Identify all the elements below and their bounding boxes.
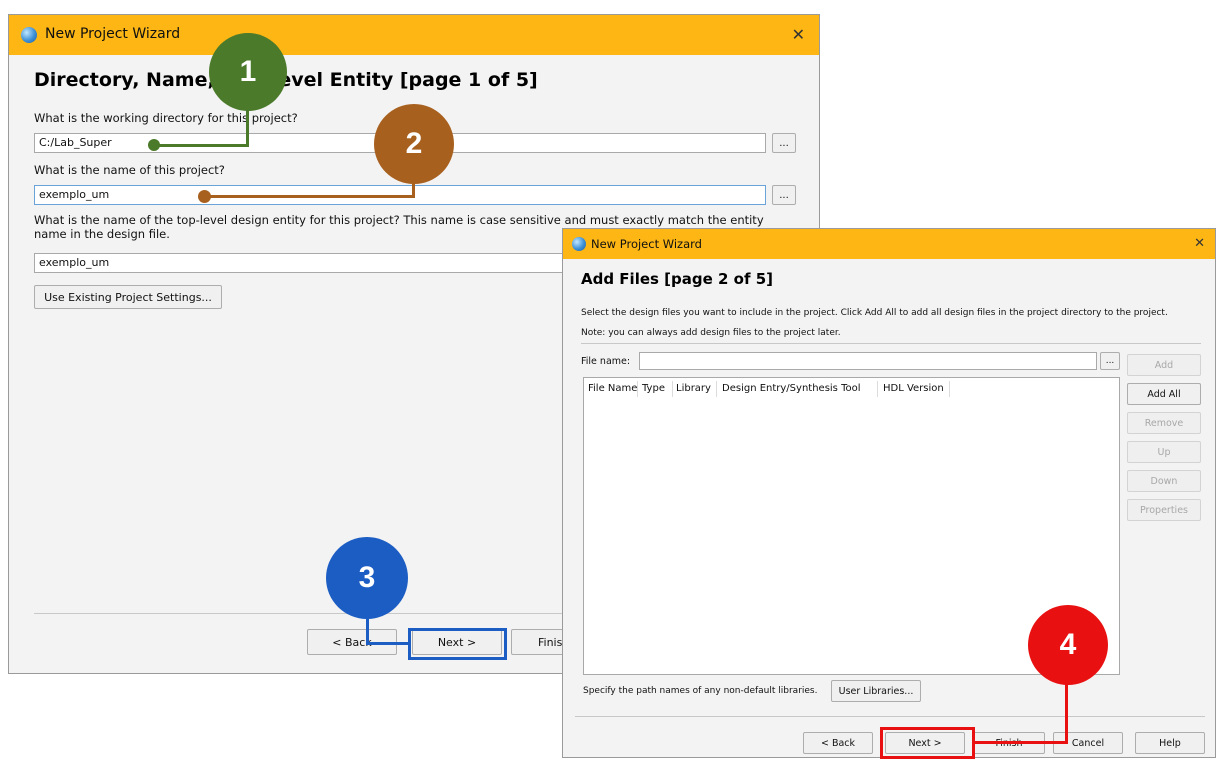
column-divider (716, 381, 717, 397)
file-name-label: File name: (581, 356, 631, 367)
project-name-label: What is the name of this project? (34, 163, 225, 177)
column-header-hdl-version[interactable]: HDL Version (883, 383, 944, 394)
note-text: Note: you can always add design files to… (581, 328, 841, 338)
column-divider (637, 381, 638, 397)
add-button[interactable]: Add (1127, 354, 1201, 376)
step-marker-1: 1 (209, 33, 287, 111)
window-title: New Project Wizard (45, 26, 181, 42)
down-button[interactable]: Down (1127, 470, 1201, 492)
page-title: Add Files [page 2 of 5] (581, 270, 774, 288)
step-marker-2: 2 (374, 104, 454, 184)
wizard-window-page2: New Project Wizard ✕ Add Files [page 2 o… (562, 228, 1216, 758)
close-icon[interactable]: ✕ (1194, 236, 1205, 251)
remove-button[interactable]: Remove (1127, 412, 1201, 434)
file-name-input[interactable] (639, 352, 1097, 370)
step-marker-4: 4 (1028, 605, 1108, 685)
column-header-type[interactable]: Type (642, 383, 665, 394)
marker-4-leader (975, 741, 1068, 744)
add-all-button[interactable]: Add All (1127, 383, 1201, 405)
window-title: New Project Wizard (591, 237, 702, 251)
app-globe-icon (572, 237, 586, 251)
properties-button[interactable]: Properties (1127, 499, 1201, 521)
close-icon[interactable]: ✕ (792, 25, 805, 44)
title-bar[interactable]: New Project Wizard ✕ (9, 15, 819, 55)
help-button[interactable]: Help (1135, 732, 1205, 754)
marker-1-leader (154, 144, 249, 147)
title-bar[interactable]: New Project Wizard ✕ (563, 229, 1215, 259)
browse-directory-button[interactable]: ... (772, 133, 796, 153)
next-highlight-box (880, 727, 975, 759)
working-directory-label: What is the working directory for this p… (34, 111, 298, 125)
marker-2-anchor-dot (198, 190, 211, 203)
browse-file-button[interactable]: ... (1100, 352, 1120, 370)
description-text: Select the design files you want to incl… (581, 308, 1168, 318)
column-header-design-entry-tool[interactable]: Design Entry/Synthesis Tool (722, 383, 861, 394)
column-header-library[interactable]: Library (676, 383, 711, 394)
marker-1-anchor-dot (148, 139, 160, 151)
marker-4-leader (1065, 676, 1068, 744)
marker-2-leader (205, 195, 415, 198)
column-header-file-name[interactable]: File Name (588, 383, 637, 394)
step-marker-3: 3 (326, 537, 408, 619)
libraries-label: Specify the path names of any non-defaul… (583, 686, 818, 696)
user-libraries-button[interactable]: User Libraries... (831, 680, 921, 702)
header-divider (581, 343, 1201, 344)
up-button[interactable]: Up (1127, 441, 1201, 463)
column-divider (877, 381, 878, 397)
next-highlight-box (408, 628, 507, 660)
marker-3-leader (366, 642, 410, 645)
app-globe-icon (21, 27, 37, 43)
column-divider (949, 381, 950, 397)
browse-name-button[interactable]: ... (772, 185, 796, 205)
use-existing-settings-button[interactable]: Use Existing Project Settings... (34, 285, 222, 309)
footer-divider (575, 716, 1205, 717)
back-button[interactable]: < Back (803, 732, 873, 754)
marker-3-leader (366, 615, 369, 645)
column-divider (672, 381, 673, 397)
